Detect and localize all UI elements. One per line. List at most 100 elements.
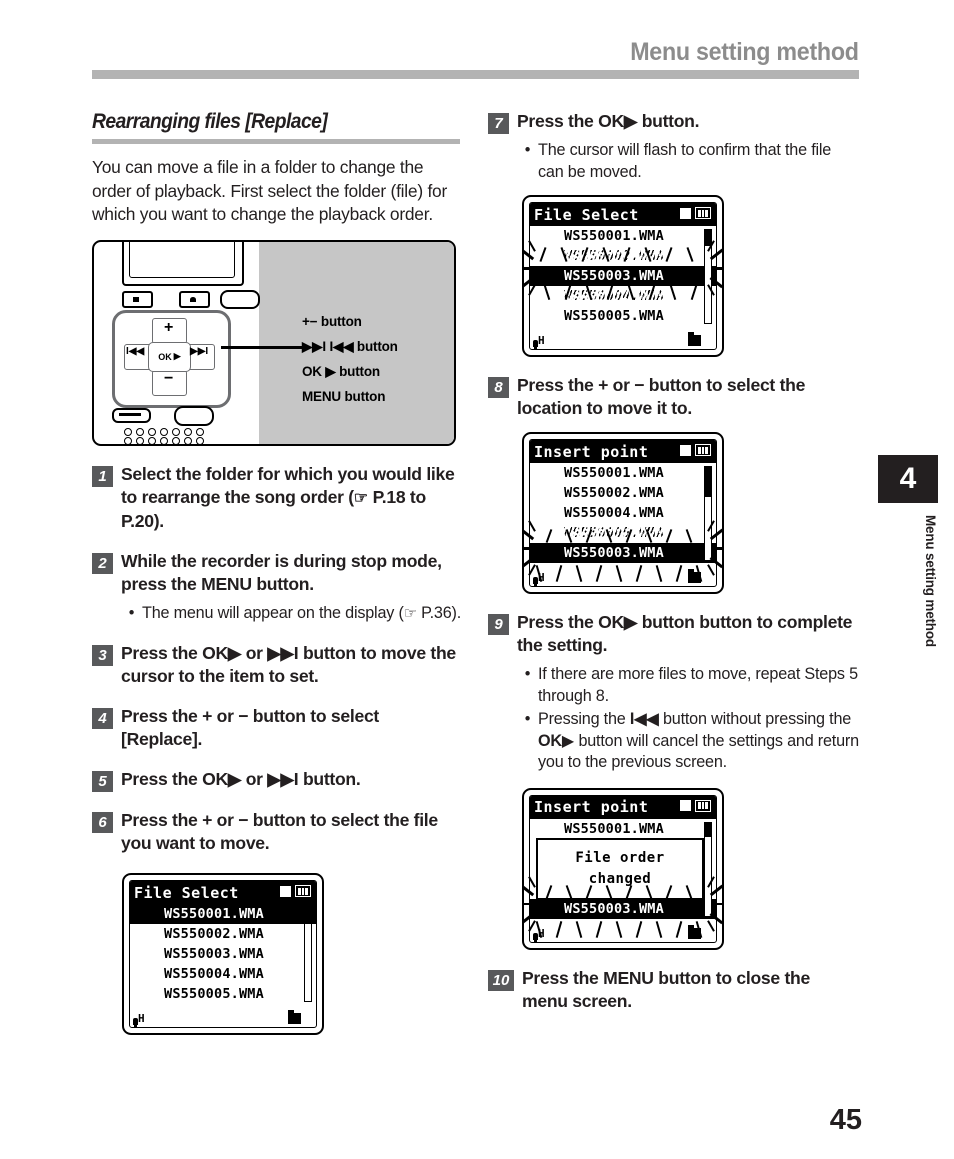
battery-icon [295, 885, 311, 897]
play-arrow-icon: ▶ [623, 612, 638, 632]
bullet-dot: • [524, 710, 531, 728]
step-title: Press the + or − button to select the lo… [517, 375, 806, 418]
mic-sensitivity-label: H [538, 334, 545, 347]
step-title: While the recorder is during stop mode, … [121, 550, 442, 594]
pointer-icon: ☞ [403, 605, 417, 622]
section-heading: Rearranging files [Replace] [92, 110, 328, 133]
diagram-label-ok: OK ▶ button [302, 363, 380, 379]
step-number: 7 [488, 113, 509, 134]
page-title: Menu setting method [630, 38, 860, 66]
lcd-title-text: Insert point [534, 798, 649, 816]
lcd-row-text: WS550004.WMA [564, 288, 664, 304]
lcd-row: WS550001.WMA [130, 904, 316, 924]
lcd-row-text: WS550002.WMA [164, 926, 264, 942]
lcd-title-bar: File Select [530, 203, 716, 226]
play-arrow-icon: ▶ [227, 643, 242, 663]
step-5: 5 Press the OK▶ or ▶▶I button. [92, 768, 464, 792]
lcd-status-bar: H [530, 923, 716, 942]
dpad-cross: OK ▶ + − I◀◀ ▶▶I [124, 317, 215, 396]
play-arrow-icon: ▶ [561, 731, 575, 750]
lcd-title-text: Insert point [534, 442, 649, 461]
lcd-row-text: WS550005.WMA [564, 525, 664, 541]
lcd-row: WS550002.WMA [530, 483, 716, 503]
step-title: Press the MENU button to close the menu … [522, 967, 810, 1011]
play-arrow-icon: ▶ [227, 769, 242, 789]
step-4: 4 Press the + or − button to select [Rep… [92, 705, 464, 751]
step-number: 5 [92, 771, 113, 792]
step-bullets: • If there are more files to move, repea… [517, 664, 860, 774]
lcd-row: WS550003.WMA [130, 944, 316, 964]
mic-sensitivity-label: H [538, 926, 545, 940]
step-number: 8 [488, 377, 509, 398]
recorder-diagram: OK ▶ + − I◀◀ ▶▶I +− button ▶▶I I◀◀ button… [92, 239, 456, 446]
step-number: 9 [488, 614, 509, 635]
step-title: Press the OK▶ or ▶▶I button. [121, 769, 361, 789]
step-number: 4 [92, 708, 113, 729]
battery-icon [695, 799, 711, 812]
lcd-title-text: File Select [534, 205, 639, 224]
scrollbar[interactable] [704, 229, 712, 324]
step-3: 3 Press the OK▶ or ▶▶I button to move th… [92, 642, 464, 688]
scrollbar[interactable] [704, 466, 712, 561]
battery-icon [695, 207, 711, 219]
step-1: 1 Select the folder for which you would … [92, 463, 464, 533]
step-10: 10 Press the MENU button to close the me… [488, 967, 860, 1013]
step-number: 3 [92, 645, 113, 666]
stop-icon [680, 444, 691, 456]
lcd-row-text: WS550001.WMA [564, 228, 664, 244]
step-number: 2 [92, 552, 113, 574]
step-2: 2 While the recorder is during stop mode… [92, 550, 464, 626]
speaker-grille [124, 427, 214, 444]
lcd-row-selected: WS550003.WMA [530, 266, 716, 286]
rewind-glyph: I◀◀ [126, 345, 145, 357]
record-button-icon [179, 290, 210, 308]
lcd-row-faded: WS550004.WMA [530, 286, 716, 306]
lcd-status-bar: H [530, 567, 716, 586]
scrollbar[interactable] [704, 821, 712, 917]
chapter-tab: 4 Menu setting method [878, 455, 938, 647]
folder-icon [688, 332, 701, 346]
speaker-hole [148, 436, 156, 444]
speaker-hole [196, 427, 204, 436]
bullet-text: The cursor will flash to confirm that th… [538, 141, 832, 181]
lcd-row-text: WS550002.WMA [564, 485, 664, 501]
step-7: 7 Press the OK▶ button. • The cursor wil… [488, 110, 860, 183]
pointer-icon: ☞ [353, 488, 369, 507]
speaker-hole [124, 436, 132, 444]
right-column: 7 Press the OK▶ button. • The cursor wil… [488, 110, 860, 1013]
speaker-hole [172, 436, 180, 444]
callout-line [221, 345, 303, 349]
lcd-screen-insert-point: Insert point WS550001.WMA WS550002.WMA W… [522, 432, 860, 594]
step-number: 10 [488, 969, 514, 991]
lcd-row-selected: WS550003.WMA [530, 898, 716, 919]
speaker-hole [184, 436, 192, 444]
scrollbar[interactable] [304, 907, 312, 1002]
diagram-label-plus-minus: +− button [302, 313, 362, 329]
left-column: Rearranging files [Replace] You can move… [92, 110, 464, 1035]
lcd-message-dialog: File order changed [536, 837, 704, 900]
section-divider [92, 139, 460, 144]
fastforward-icon: ▶▶I [267, 643, 299, 663]
bullet-text: The menu will appear on the display (☞ P… [142, 603, 461, 622]
diagram-label-skip: ▶▶I I◀◀ button [302, 338, 398, 354]
lcd-status-icons [680, 444, 711, 456]
erase-button-icon [220, 289, 260, 309]
step-title: Press the OK▶ or ▶▶I button to move the … [121, 643, 456, 686]
bullet-dot: • [524, 665, 531, 683]
lcd-row-text: WS550004.WMA [164, 966, 264, 982]
mic-sensitivity-label: H [538, 571, 545, 584]
bullet-item: • The menu will appear on the display (☞… [121, 603, 464, 626]
lcd-row-text: WS550003.WMA [164, 946, 264, 962]
speaker-hole [148, 427, 156, 436]
lcd-row: WS550001.WMA [530, 226, 716, 246]
lcd-screen-file-select-flashing: File Select WS550001.WMA WS550002.WMA WS… [522, 195, 860, 357]
step-number: 6 [92, 812, 113, 833]
lcd-row: WS550002.WMA [130, 924, 316, 944]
lcd-row-faded: WS550002.WMA [530, 246, 716, 266]
lcd-row-faded: WS550005.WMA [530, 523, 716, 543]
lcd-row-text: WS550005.WMA [164, 986, 264, 1002]
diagram-label-menu: MENU button [302, 388, 386, 404]
step-bullets: • The cursor will flash to confirm that … [517, 140, 860, 183]
stop-icon [680, 800, 691, 811]
step-title: Press the + or − button to select the fi… [121, 810, 438, 853]
